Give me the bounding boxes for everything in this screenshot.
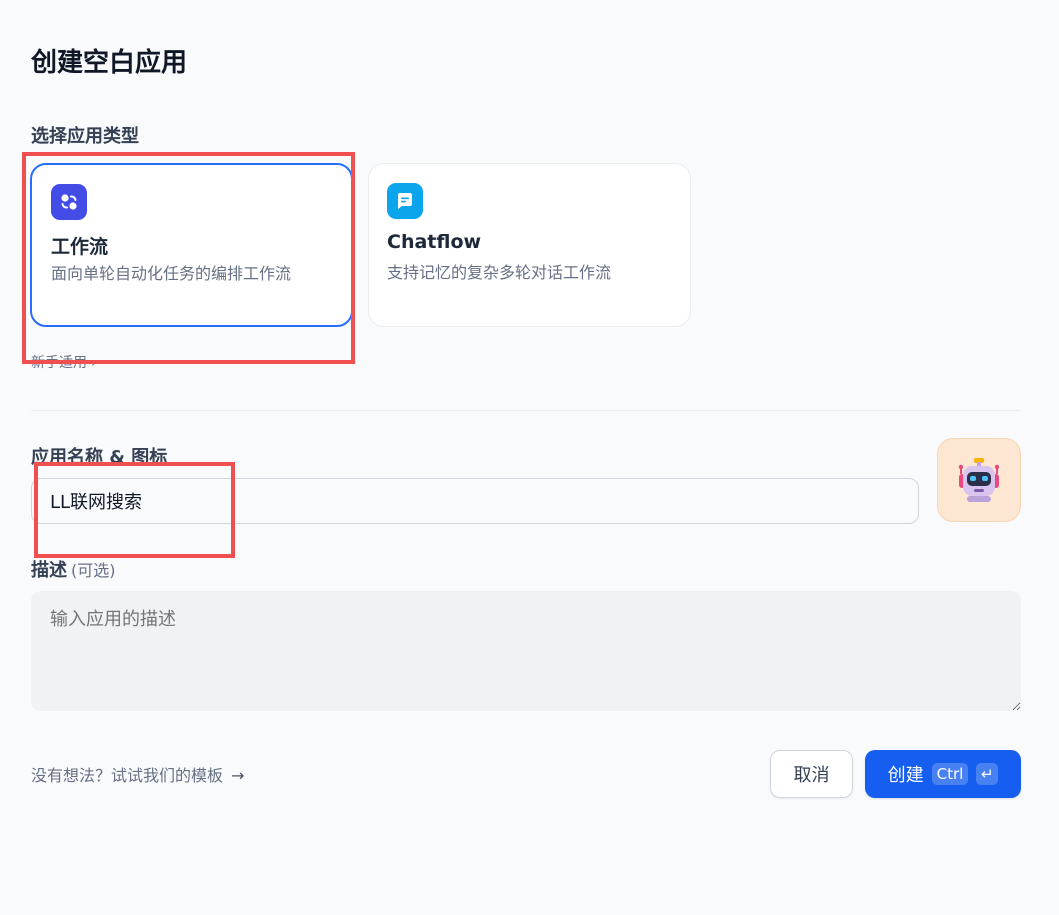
create-button[interactable]: 创建 Ctrl ↵ <box>865 750 1021 798</box>
create-button-label: 创建 <box>887 765 924 786</box>
chatflow-icon <box>387 183 423 219</box>
template-link[interactable]: 没有想法？试试我们的模板 → <box>31 762 244 786</box>
shortcut-ctrl-key: Ctrl <box>931 763 969 785</box>
create-app-dialog: 创建空白应用 选择应用类型 工作流 面向单轮自动化任务的编排工作流 Chatfl… <box>0 0 1059 915</box>
chevron-right-icon: › <box>91 355 97 371</box>
app-name-label: 应用名称 & 图标 <box>31 447 168 468</box>
optional-tag: (可选) <box>71 561 116 580</box>
beginner-hint-link[interactable]: 新手适用 › <box>31 352 97 372</box>
divider <box>31 410 1021 411</box>
hint-text: 新手适用 <box>31 355 87 371</box>
card-description: 支持记忆的复杂多轮对话工作流 <box>387 263 612 282</box>
arrow-right-icon: → <box>231 766 245 785</box>
card-title: Chatflow <box>387 231 482 253</box>
workflow-icon <box>51 184 87 220</box>
template-link-text: 没有想法？试试我们的模板 <box>31 766 224 785</box>
app-type-label: 选择应用类型 <box>31 126 139 147</box>
app-type-card-chatflow[interactable]: Chatflow 支持记忆的复杂多轮对话工作流 <box>368 163 691 327</box>
cancel-button[interactable]: 取消 <box>770 750 853 798</box>
app-name-input[interactable]: LL联网搜索 <box>31 478 919 524</box>
robot-icon <box>958 458 1000 502</box>
page-title: 创建空白应用 <box>31 48 188 78</box>
app-type-card-workflow[interactable]: 工作流 面向单轮自动化任务的编排工作流 <box>30 163 353 327</box>
enter-key-icon: ↵ <box>976 763 999 785</box>
card-title: 工作流 <box>51 236 109 258</box>
description-label-text: 描述 <box>31 560 67 581</box>
app-icon-picker[interactable] <box>937 438 1021 522</box>
card-description: 面向单轮自动化任务的编排工作流 <box>51 264 292 283</box>
description-textarea[interactable] <box>31 591 1021 711</box>
description-label: 描述 (可选) <box>31 556 116 582</box>
